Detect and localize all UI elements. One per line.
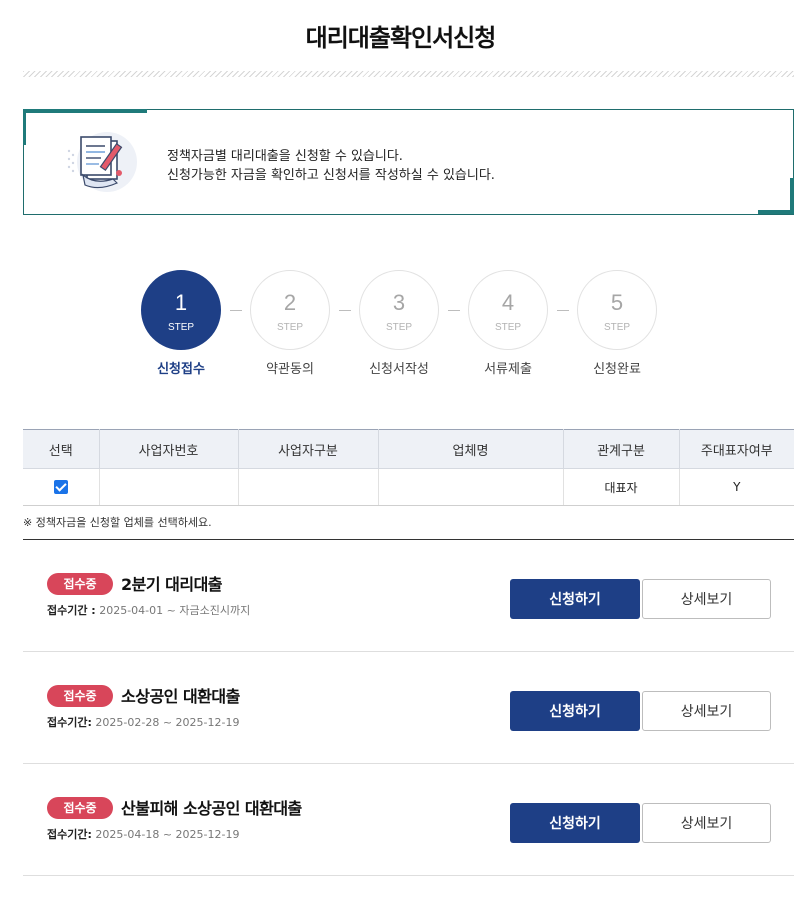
header-company: 업체명: [377, 429, 564, 469]
loan-title: 소상공인 대환대출: [121, 687, 240, 706]
info-box: 정책자금별 대리대출을 신청할 수 있습니다. 신청가능한 자금을 확인하고 신…: [23, 109, 794, 215]
checkbox-checked-icon[interactable]: [53, 480, 68, 495]
loan-title: 산불피해 소상공인 대환대출: [121, 799, 302, 818]
cell-company: [377, 468, 564, 506]
step-connector: [339, 310, 351, 311]
detail-button[interactable]: 상세보기: [642, 803, 771, 843]
step-2: 2 STEP 약관동의: [249, 270, 331, 377]
step-connector: [448, 310, 460, 311]
period-value: 2025-02-28 ~ 2025-12-19: [95, 716, 240, 729]
step-caption: STEP: [276, 322, 304, 333]
step-number: 1: [174, 290, 188, 315]
detail-button[interactable]: 상세보기: [642, 691, 771, 731]
step-caption: STEP: [603, 322, 631, 333]
header-relation: 관계구분: [562, 429, 680, 469]
step-4: 4 STEP 서류제출: [467, 270, 549, 377]
loan-period: 접수기간: 2025-04-18 ~ 2025-12-19: [47, 826, 239, 842]
header-biz-type: 사업자구분: [237, 429, 379, 469]
step-label: 약관동의: [266, 362, 314, 377]
status-badge: 접수중: [47, 573, 113, 595]
period-value: 2025-04-18 ~ 2025-12-19: [95, 828, 240, 841]
cell-biz-type: [237, 468, 379, 506]
selection-note: ※ 정책자금을 신청할 업체를 선택하세요.: [23, 516, 212, 529]
step-3: 3 STEP 신청서작성: [358, 270, 440, 377]
document-pen-icon: [67, 132, 137, 192]
apply-button[interactable]: 신청하기: [510, 691, 640, 731]
loan-period: 접수기간: 2025-02-28 ~ 2025-12-19: [47, 714, 239, 730]
status-badge: 접수중: [47, 685, 113, 707]
step-label: 신청서작성: [369, 362, 429, 377]
step-number: 2: [283, 290, 297, 315]
page-title: 대리대출확인서신청: [305, 24, 497, 52]
step-caption: STEP: [385, 322, 413, 333]
info-line-2: 신청가능한 자금을 확인하고 신청서를 작성하실 수 있습니다.: [167, 168, 495, 183]
business-table: 선택 사업자번호 사업자구분 업체명 관계구분 주대표자여부 대표자 Y: [23, 429, 794, 506]
status-badge: 접수중: [47, 797, 113, 819]
step-caption: STEP: [494, 322, 522, 333]
step-indicator: 1 STEP 신청접수 2 STEP 약관동의 3 STEP 신청서작성 4 S…: [140, 270, 660, 380]
loan-item: 접수중 소상공인 대환대출 접수기간: 2025-02-28 ~ 2025-12…: [23, 652, 794, 764]
step-number: 4: [501, 290, 515, 315]
step-1: 1 STEP 신청접수: [140, 270, 222, 377]
period-label: 접수기간 :: [47, 604, 96, 617]
step-label: 신청완료: [593, 362, 641, 377]
step-caption: STEP: [167, 322, 195, 333]
loan-item: 접수중 2분기 대리대출 접수기간 : 2025-04-01 ~ 자금소진시까지…: [23, 540, 794, 652]
step-connector: [557, 310, 569, 311]
loan-item: 접수중 산불피해 소상공인 대환대출 접수기간: 2025-04-18 ~ 20…: [23, 764, 794, 876]
step-label: 신청접수: [157, 362, 205, 377]
info-line-1: 정책자금별 대리대출을 신청할 수 있습니다.: [167, 149, 403, 164]
period-label: 접수기간:: [47, 716, 92, 729]
table-row: 대표자 Y: [23, 468, 794, 506]
header-main-rep: 주대표자여부: [678, 429, 794, 469]
step-label: 서류제출: [484, 362, 532, 377]
cell-select: [23, 468, 100, 506]
cell-biz-no: [98, 468, 239, 506]
cell-relation: 대표자: [562, 468, 680, 506]
header-select: 선택: [23, 429, 100, 469]
loan-title: 2분기 대리대출: [121, 575, 223, 594]
header-biz-no: 사업자번호: [98, 429, 239, 469]
period-value: 2025-04-01 ~ 자금소진시까지: [99, 604, 251, 617]
apply-button[interactable]: 신청하기: [510, 803, 640, 843]
title-divider: [23, 71, 794, 77]
table-header-row: 선택 사업자번호 사업자구분 업체명 관계구분 주대표자여부: [23, 429, 794, 469]
step-number: 3: [392, 290, 406, 315]
step-5: 5 STEP 신청완료: [576, 270, 658, 377]
cell-main-rep: Y: [678, 468, 794, 506]
period-label: 접수기간:: [47, 828, 92, 841]
loan-period: 접수기간 : 2025-04-01 ~ 자금소진시까지: [47, 602, 250, 618]
step-connector: [230, 310, 242, 311]
apply-button[interactable]: 신청하기: [510, 579, 640, 619]
detail-button[interactable]: 상세보기: [642, 579, 771, 619]
step-number: 5: [610, 290, 624, 315]
